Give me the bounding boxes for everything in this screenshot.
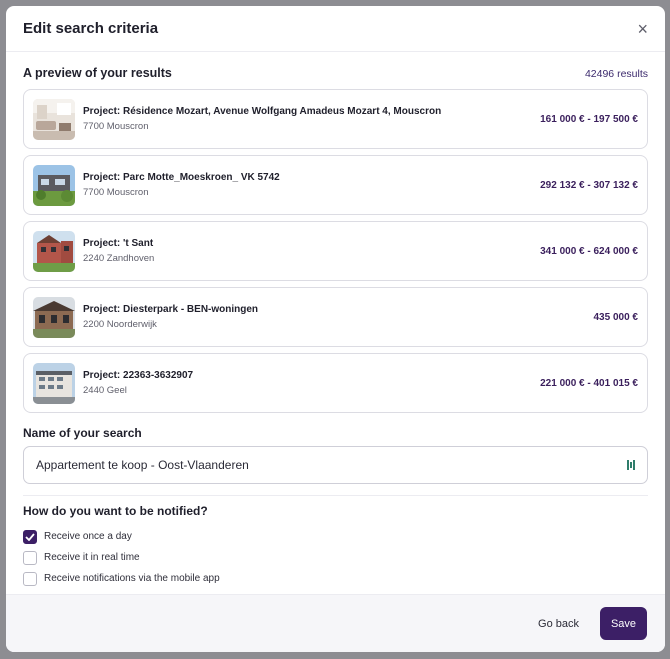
search-name-label: Name of your search — [23, 426, 142, 440]
project-thumbnail — [33, 98, 75, 140]
result-card[interactable]: Project: 22363-3632907 2440 Geel 221 000… — [23, 353, 648, 413]
preview-header: A preview of your results 42496 results — [23, 66, 648, 80]
notification-title: How do you want to be notified? — [23, 504, 208, 518]
card-info: Project: Parc Motte_Moeskroen_ VK 5742 7… — [83, 172, 532, 198]
password-manager-icon[interactable] — [627, 459, 637, 471]
card-title: Project: Résidence Mozart, Avenue Wolfga… — [83, 106, 442, 117]
option-label: Receive it in real time — [44, 552, 140, 563]
card-title: Project: 22363-3632907 — [83, 370, 194, 381]
modal-header: Edit search criteria × — [6, 6, 665, 52]
result-card[interactable]: Project: Résidence Mozart, Avenue Wolfga… — [23, 89, 648, 149]
project-thumbnail — [33, 230, 75, 272]
close-icon[interactable]: × — [637, 20, 648, 38]
card-location: 7700 Mouscron — [83, 187, 149, 198]
preview-title: A preview of your results — [23, 66, 172, 80]
card-info: Project: Diesterpark - BEN-woningen 2200… — [83, 304, 586, 330]
modal-title: Edit search criteria — [23, 20, 159, 37]
section-divider — [23, 495, 648, 496]
option-label: Receive notifications via the mobile app — [44, 573, 220, 584]
result-card[interactable]: Project: 't Sant 2240 Zandhoven 341 000 … — [23, 221, 648, 281]
option-label: Receive once a day — [44, 531, 132, 542]
notify-option-mobile-app[interactable]: Receive notifications via the mobile app — [23, 568, 648, 589]
card-title: Project: Parc Motte_Moeskroen_ VK 5742 — [83, 172, 280, 183]
card-info: Project: Résidence Mozart, Avenue Wolfga… — [83, 106, 532, 132]
card-price: 161 000 € - 197 500 € — [540, 113, 638, 125]
search-name-input[interactable] — [36, 458, 627, 472]
go-back-button[interactable]: Go back — [538, 618, 579, 630]
results-count: 42496 results — [584, 68, 648, 80]
card-price: 341 000 € - 624 000 € — [540, 245, 638, 257]
card-price: 292 132 € - 307 132 € — [540, 179, 638, 191]
modal-footer: Go back Save — [6, 594, 665, 652]
card-title: Project: Diesterpark - BEN-woningen — [83, 304, 259, 315]
notify-option-daily[interactable]: Receive once a day — [23, 526, 648, 547]
card-location: 2440 Geel — [83, 385, 127, 396]
save-button[interactable]: Save — [600, 607, 647, 640]
card-location: 2240 Zandhoven — [83, 253, 155, 264]
checkbox-unchecked[interactable] — [23, 571, 37, 586]
project-thumbnail — [33, 296, 75, 338]
checkbox-unchecked[interactable] — [23, 550, 37, 565]
search-name-field — [23, 446, 648, 484]
project-thumbnail — [33, 362, 75, 404]
card-info: Project: 't Sant 2240 Zandhoven — [83, 238, 532, 264]
card-info: Project: 22363-3632907 2440 Geel — [83, 370, 532, 396]
edit-search-modal: Edit search criteria × A preview of your… — [6, 6, 665, 652]
result-card[interactable]: Project: Diesterpark - BEN-woningen 2200… — [23, 287, 648, 347]
modal-body: A preview of your results 42496 results … — [6, 52, 665, 589]
result-card[interactable]: Project: Parc Motte_Moeskroen_ VK 5742 7… — [23, 155, 648, 215]
card-location: 2200 Noorderwijk — [83, 319, 157, 330]
card-price: 221 000 € - 401 015 € — [540, 377, 638, 389]
project-thumbnail — [33, 164, 75, 206]
card-location: 7700 Mouscron — [83, 121, 149, 132]
card-title: Project: 't Sant — [83, 238, 154, 249]
notify-option-realtime[interactable]: Receive it in real time — [23, 547, 648, 568]
card-price: 435 000 € — [593, 311, 639, 323]
checkbox-checked[interactable] — [23, 529, 37, 544]
